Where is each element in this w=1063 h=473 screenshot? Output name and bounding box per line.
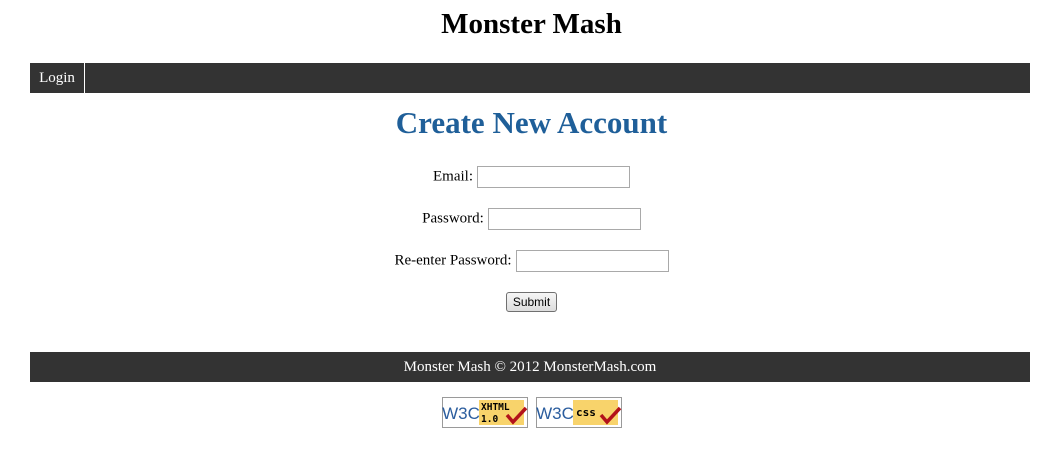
css-badge-text: css (576, 406, 596, 419)
repassword-row: Re-enter Password: (0, 248, 1063, 272)
password-row: Password: (0, 206, 1063, 230)
site-title: Monster Mash (441, 8, 622, 40)
xhtml-badge-version: 1.0 (481, 414, 498, 425)
password-field[interactable] (487, 207, 641, 230)
submit-button[interactable]: Submit (505, 292, 558, 312)
xhtml-badge-text: XHTML (481, 402, 510, 413)
w3c-logo-text: W3C (536, 404, 574, 423)
w3c-css-badge[interactable]: W3C css (535, 397, 622, 428)
email-field[interactable] (477, 165, 630, 188)
footer: Monster Mash © 2012 MonsterMash.com (30, 352, 1030, 382)
email-label: Email: (433, 168, 473, 185)
nav-item-login[interactable]: Login (30, 63, 85, 93)
w3c-xhtml-badge[interactable]: W3C XHTML 1.0 (441, 397, 528, 428)
repassword-label: Re-enter Password: (394, 252, 512, 269)
w3c-logo-text: W3C (442, 404, 480, 423)
nav-bar: Login (30, 63, 1030, 93)
repassword-field[interactable] (515, 249, 669, 272)
email-row: Email: (0, 164, 1063, 188)
submit-row: Submit (0, 290, 1063, 314)
validator-badges: W3C XHTML 1.0 W3C css (0, 397, 1063, 428)
password-label: Password: (422, 210, 484, 227)
page-heading: Create New Account (395, 105, 668, 140)
